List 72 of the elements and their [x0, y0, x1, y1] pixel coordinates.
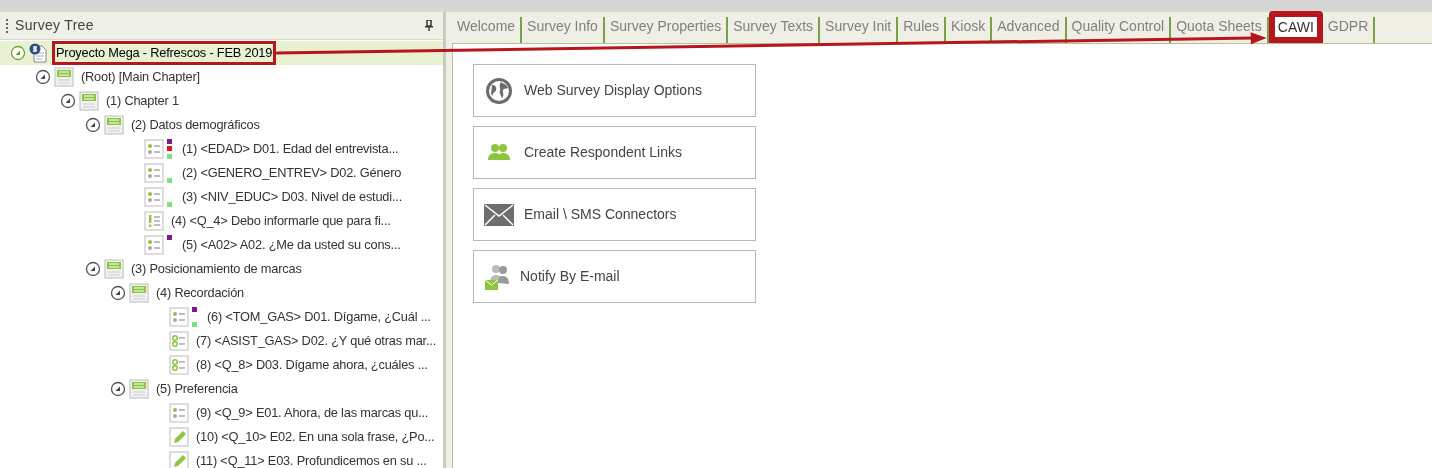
checklist-icon	[169, 355, 189, 375]
tree-item[interactable]: (3) Posicionamiento de marcas	[0, 257, 443, 281]
item-label: (2) Datos demográficos	[130, 116, 261, 134]
item-label: (11) <Q_11> E03. Profundicemos en su ...	[195, 452, 428, 468]
list-icon	[144, 139, 164, 159]
item-label: (5) Preferencia	[155, 380, 239, 398]
chapter-icon	[129, 379, 149, 399]
tree-item[interactable]: (4) <Q_4> Debo informarle que para fi...	[0, 209, 443, 233]
item-label: (1) Chapter 1	[105, 92, 180, 110]
tree-item[interactable]: (1) <EDAD> D01. Edad del entrevista...	[0, 137, 443, 161]
tree-item[interactable]: (4) Recordación	[0, 281, 443, 305]
checklist-icon	[169, 331, 189, 351]
tree-item[interactable]: (2) Datos demográficos	[0, 113, 443, 137]
item-label: (4) Recordación	[155, 284, 246, 302]
chapter-icon	[79, 91, 99, 111]
chapter-icon	[104, 259, 124, 279]
item-label: (4) <Q_4> Debo informarle que para fi...	[170, 212, 392, 230]
globe-icon	[484, 75, 514, 106]
tree-item[interactable]: (11) <Q_11> E03. Profundicemos en su ...	[0, 449, 443, 468]
tree-item[interactable]: Proyecto Mega - Refrescos - FEB 2019	[0, 41, 443, 65]
item-label: (3) Posicionamiento de marcas	[130, 260, 303, 278]
collapse-icon[interactable]	[85, 261, 101, 277]
action-button[interactable]: Notify By E-mail	[473, 250, 756, 303]
item-label: (5) <A02> A02. ¿Me da usted su cons...	[181, 236, 402, 254]
envelope-icon	[484, 203, 514, 226]
item-label: (9) <Q_9> E01. Ahora, de las marcas qu...	[195, 404, 430, 422]
action-button[interactable]: Create Respondent Links	[473, 126, 756, 179]
tree-item[interactable]: (8) <Q_8> D03. Dígame ahora, ¿cuáles ...	[0, 353, 443, 377]
tree-item[interactable]: (Root) [Main Chapter]	[0, 65, 443, 89]
list-icon	[169, 403, 189, 423]
item-label: (2) <GENERO_ENTREV> D02. Género	[181, 164, 403, 182]
item-label: (7) <ASIST_GAS> D02. ¿Y qué otras mar...	[195, 332, 437, 350]
tree-item[interactable]: (1) Chapter 1	[0, 89, 443, 113]
tree-item[interactable]: (7) <ASIST_GAS> D02. ¿Y qué otras mar...	[0, 329, 443, 353]
pin-icon[interactable]	[425, 20, 433, 31]
collapse-icon[interactable]	[60, 93, 76, 109]
list-icon	[144, 187, 164, 207]
collapse-icon[interactable]	[85, 117, 101, 133]
tab[interactable]: Survey Texts	[728, 17, 821, 43]
chapter-icon	[129, 283, 149, 303]
tree-item[interactable]: (5) Preferencia	[0, 377, 443, 401]
panel-title: Survey Tree	[15, 16, 94, 35]
tree-item[interactable]: (9) <Q_9> E01. Ahora, de las marcas qu...	[0, 401, 443, 425]
item-label: (6) <TOM_GAS> D01. Dígame, ¿Cuál ...	[206, 308, 432, 326]
chapter-icon	[54, 67, 74, 87]
action-button[interactable]: Email \ SMS Connectors	[473, 188, 756, 241]
item-label: (8) <Q_8> D03. Dígame ahora, ¿cuáles ...	[195, 356, 429, 374]
tree-item[interactable]: (5) <A02> A02. ¿Me da usted su cons...	[0, 233, 443, 257]
chapter-icon	[104, 115, 124, 135]
exclamation-icon	[144, 211, 164, 231]
tree-item[interactable]: (10) <Q_10> E02. En una sola frase, ¿Po...	[0, 425, 443, 449]
tab[interactable]: Survey Init	[820, 17, 899, 43]
grip-icon[interactable]	[6, 18, 9, 33]
collapse-icon[interactable]	[35, 69, 51, 85]
action-button[interactable]: Web Survey Display Options	[473, 64, 756, 117]
tab[interactable]: CAWI	[1268, 11, 1323, 43]
collapse-icon[interactable]	[110, 285, 126, 301]
tree-item[interactable]: (3) <NIV_EDUC> D03. Nivel de estudi...	[0, 185, 443, 209]
people-envelope-icon	[484, 262, 510, 291]
list-icon	[144, 235, 164, 255]
document-icon	[29, 43, 49, 63]
item-label: (10) <Q_10> E02. En una sola frase, ¿Po...	[195, 428, 436, 446]
tree-item[interactable]: (6) <TOM_GAS> D01. Dígame, ¿Cuál ...	[0, 305, 443, 329]
collapse-icon[interactable]	[110, 381, 126, 397]
item-label: Proyecto Mega - Refrescos - FEB 2019	[52, 41, 277, 65]
item-label: (3) <NIV_EDUC> D03. Nivel de estudi...	[181, 188, 403, 206]
list-icon	[144, 163, 164, 183]
list-icon	[169, 307, 189, 327]
pencil-icon	[169, 427, 189, 447]
tree-item[interactable]: (2) <GENERO_ENTREV> D02. Género	[0, 161, 443, 185]
item-label: (1) <EDAD> D01. Edad del entrevista...	[181, 140, 400, 158]
item-label: (Root) [Main Chapter]	[80, 68, 201, 86]
